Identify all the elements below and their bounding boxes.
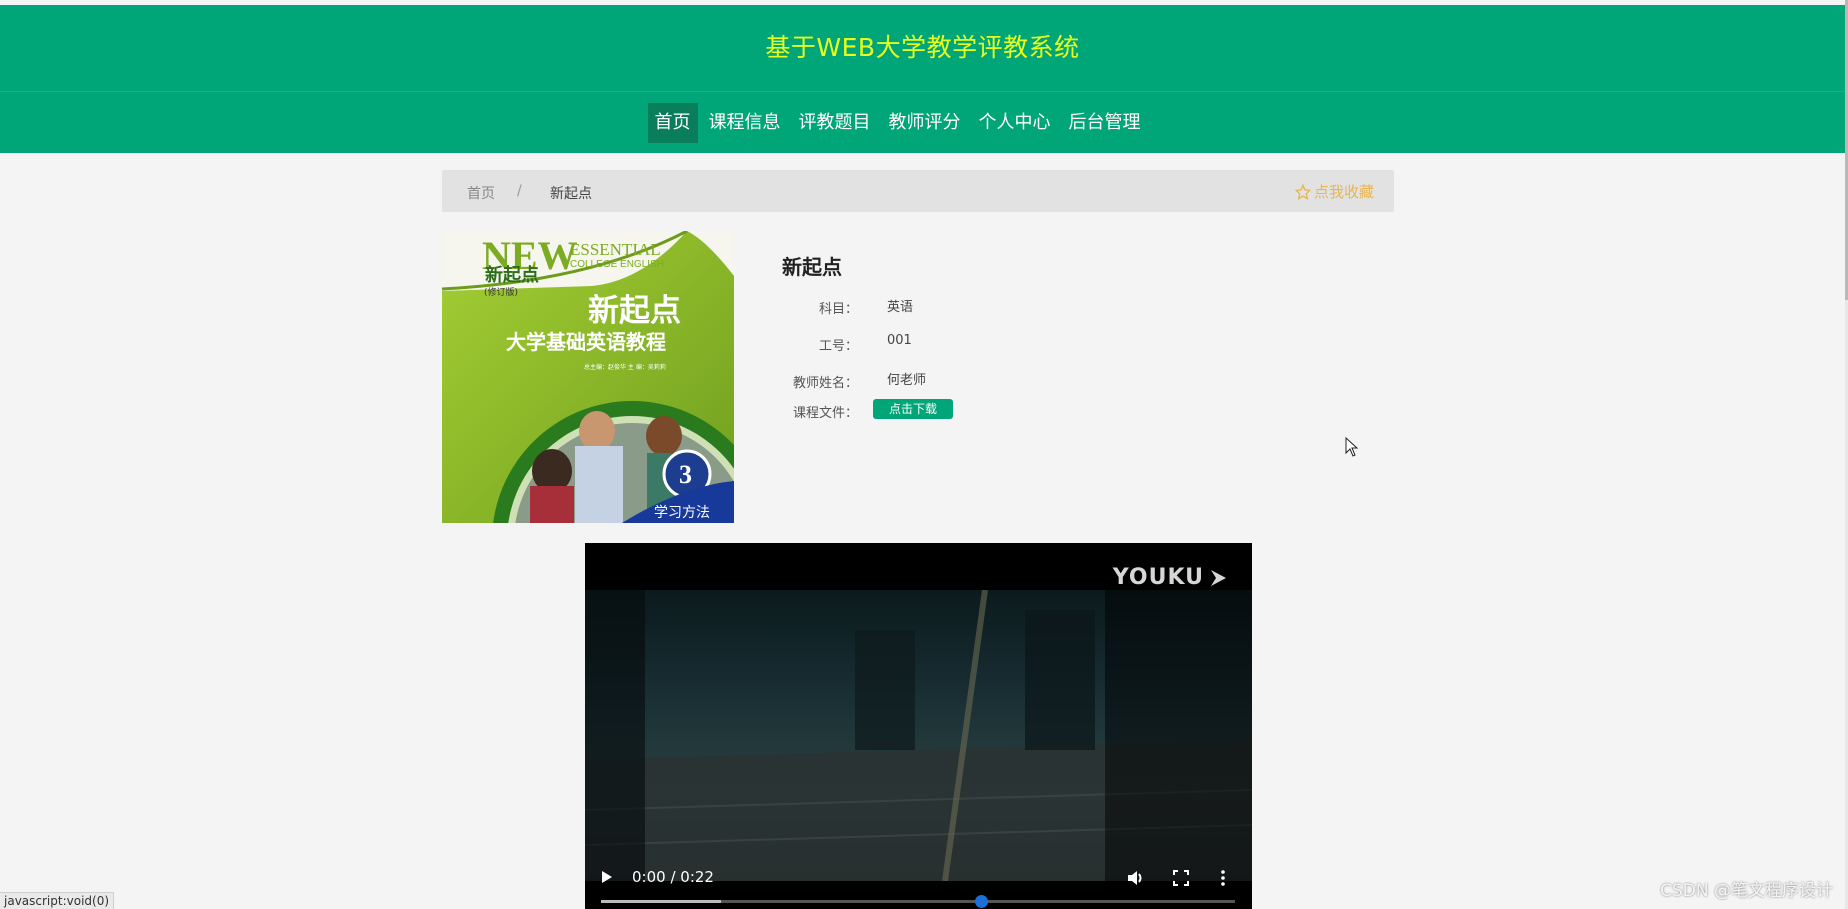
youku-play-icon: [1211, 569, 1226, 586]
nav-item-course-info[interactable]: 课程信息: [702, 103, 788, 143]
play-icon[interactable]: [601, 870, 613, 884]
site-header: 基于WEB大学教学评教系统: [0, 5, 1845, 91]
youku-logo-text: YOUKU: [1112, 565, 1204, 590]
video-buffer-bar: [601, 900, 722, 903]
cover-authors: 总主编：赵俊华 主 编：吴莉莉: [584, 363, 666, 371]
nav-item-admin[interactable]: 后台管理: [1062, 103, 1148, 143]
course-cover-image: NEW ESSENTIAL COLLEGE ENGLISH 新起点 (修订版) …: [442, 231, 734, 523]
video-controls: 0:00 / 0:22: [585, 849, 1252, 909]
cover-title-sub: 大学基础英语教程: [506, 330, 666, 354]
more-options-icon[interactable]: [1213, 868, 1233, 888]
field-label-job-number: 工号：: [818, 339, 858, 354]
video-scene: [585, 589, 1252, 882]
cover-title-main: 新起点: [588, 293, 681, 329]
course-title: 新起点: [782, 255, 842, 279]
video-progress-bar[interactable]: [601, 895, 1235, 908]
field-label-course-file: 课程文件：: [792, 406, 858, 421]
cover-artwork: NEW ESSENTIAL COLLEGE ENGLISH 新起点 (修订版) …: [442, 231, 734, 523]
field-label-subject: 科目：: [818, 302, 858, 317]
field-value-subject: 英语: [887, 300, 914, 315]
nav-item-personal-center[interactable]: 个人中心: [972, 103, 1058, 143]
main-nav: 首页 课程信息 评教题目 教师评分 个人中心 后台管理: [0, 91, 1845, 153]
download-button[interactable]: 点击下载: [873, 399, 953, 419]
favorite-button[interactable]: 点我收藏: [1294, 181, 1374, 202]
video-player[interactable]: YOUKU 0:00 / 0:22: [585, 543, 1252, 909]
video-time: 0:00 / 0:22: [632, 868, 714, 886]
site-title: 基于WEB大学教学评教系统: [765, 33, 1080, 62]
nav-item-teacher-rating[interactable]: 教师评分: [882, 103, 968, 143]
mouse-pointer-icon: [1345, 437, 1359, 457]
breadcrumb-separator: /: [517, 183, 522, 199]
nav-list: 首页 课程信息 评教题目 教师评分 个人中心 后台管理: [647, 102, 1148, 143]
watermark: CSDN @笔文程序设计: [1660, 881, 1833, 901]
field-value-job-number: 001: [887, 333, 912, 348]
breadcrumb-current: 新起点: [550, 186, 592, 202]
breadcrumb: 首页 / 新起点 点我收藏: [442, 170, 1394, 212]
breadcrumb-home[interactable]: 首页: [467, 183, 495, 203]
favorite-label: 点我收藏: [1313, 183, 1374, 201]
cover-volume: 3: [679, 460, 692, 489]
cover-edition: (修订版): [484, 286, 518, 298]
cover-brand-essential: ESSENTIAL: [570, 240, 661, 259]
field-label-teacher-name: 教师姓名：: [792, 376, 858, 391]
cover-brand-college: COLLEGE ENGLISH: [570, 259, 664, 270]
status-bar-link: javascript:void(0): [0, 892, 115, 909]
volume-icon[interactable]: [1125, 868, 1145, 888]
youku-logo: YOUKU: [1113, 565, 1228, 590]
nav-item-eval-questions[interactable]: 评教题目: [792, 103, 878, 143]
cover-series-name: 新起点: [485, 264, 539, 286]
video-frame[interactable]: [585, 589, 1252, 882]
nav-item-home[interactable]: 首页: [647, 102, 698, 143]
video-progress-knob[interactable]: [975, 895, 989, 908]
field-value-teacher-name: 何老师: [887, 373, 927, 388]
star-icon: [1294, 183, 1311, 200]
cover-ribbon: 学习方法: [654, 505, 710, 521]
fullscreen-icon[interactable]: [1171, 868, 1191, 888]
